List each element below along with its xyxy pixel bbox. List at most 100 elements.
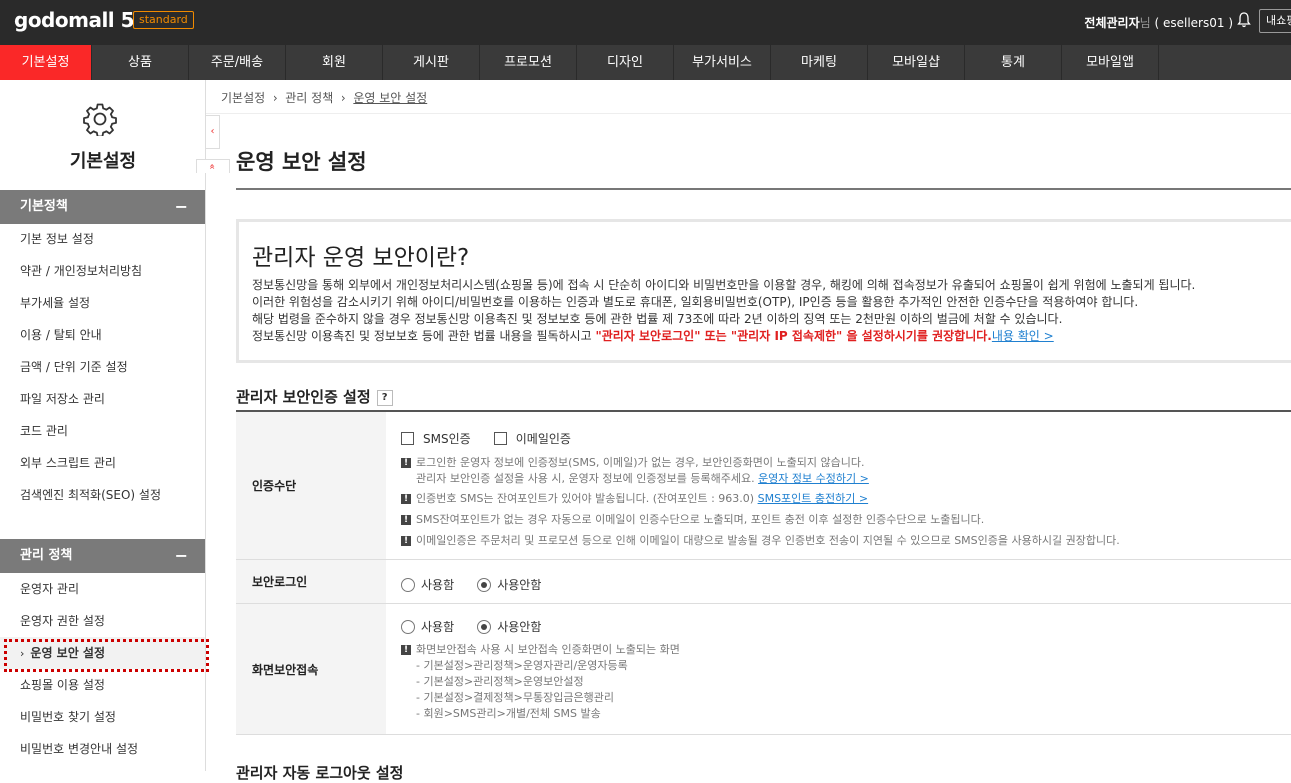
section-title-text: 관리자 보안인증 설정 bbox=[236, 388, 371, 406]
main-nav-item[interactable]: 모바일샵 bbox=[868, 45, 965, 80]
sms-auth-checkbox[interactable] bbox=[401, 432, 414, 445]
intro-line: 해당 법령을 준수하지 않을 경우 정보통신망 이용촉진 및 정보보호 등에 관… bbox=[252, 312, 1063, 326]
breadcrumb: 기본설정 › 관리 정책 › 운영 보안 설정 bbox=[221, 89, 427, 106]
main-nav-item[interactable]: 회원 bbox=[286, 45, 383, 80]
main-nav-item[interactable]: 통계 bbox=[965, 45, 1062, 80]
intro-text: 정보통신망을 통해 외부에서 개인정보처리시스템(쇼핑몰 등)에 접속 시 단순… bbox=[252, 277, 1195, 345]
intro-line: 이러한 위험성을 감소시키기 위해 아이디/비밀번호를 이용하는 인증과 별도로… bbox=[252, 295, 1139, 309]
main-nav-item[interactable]: 주문/배송 bbox=[189, 45, 286, 80]
radio-label[interactable]: 사용함 bbox=[421, 620, 454, 634]
sidebar-item-label: 운영자 관리 bbox=[20, 582, 80, 596]
row-content: SMS인증 이메일인증 ! 로그인한 운영자 정보에 인증정보(SMS, 이메일)… bbox=[386, 412, 1291, 559]
sidebar-item-label: 쇼핑몰 이용 설정 bbox=[20, 678, 105, 692]
main-nav-item[interactable]: 마케팅 bbox=[771, 45, 868, 80]
collapse-double-icon[interactable]: » bbox=[196, 159, 230, 173]
sidebar-group-label: 기본정책 bbox=[20, 199, 68, 214]
email-auth-label[interactable]: 이메일인증 bbox=[516, 432, 571, 446]
sidebar-item[interactable]: 금액 / 단위 기준 설정 bbox=[0, 351, 205, 383]
row-label: 보안로그인 bbox=[236, 560, 386, 603]
sidebar-item-label: 외부 스크립트 관리 bbox=[20, 456, 116, 470]
settings-table: 인증수단 SMS인증 이메일인증 ! 로그인한 운영자 정보에 인증정보(SMS,… bbox=[236, 410, 1291, 735]
screen-path: - 회원>SMS관리>개별/전체 SMS 발송 bbox=[416, 707, 601, 720]
auth-note: ! 인증번호 SMS는 잔여포인트가 있어야 발송됩니다. (잔여포인트 : 96… bbox=[401, 491, 868, 507]
divider bbox=[236, 188, 1291, 190]
sidebar-item[interactable]: 운영자 권한 설정 bbox=[0, 605, 205, 637]
radio-label[interactable]: 사용안함 bbox=[497, 578, 541, 592]
intro-line: 정보통신망 이용촉진 및 정보보호 등에 관한 법률 내용을 필독하시고 "관리… bbox=[252, 328, 1195, 345]
main-nav-item[interactable]: 모바일앱 bbox=[1062, 45, 1159, 80]
sidebar-item[interactable]: › 운영 보안 설정 bbox=[0, 637, 209, 672]
row-content: 사용함 사용안함 bbox=[386, 560, 1291, 603]
sidebar-item[interactable]: 운영자 관리 bbox=[0, 573, 205, 605]
note-subline: 관리자 보안인증 설정을 사용 시, 운영자 정보에 인증정보를 등록해주세요.… bbox=[401, 471, 869, 487]
main-nav-item[interactable]: 게시판 bbox=[383, 45, 480, 80]
logo[interactable]: godomall 5 bbox=[14, 8, 135, 32]
edition-badge: standard bbox=[133, 11, 194, 29]
main-nav-item[interactable]: 부가서비스 bbox=[674, 45, 771, 80]
note-text: 관리자 보안인증 설정을 사용 시, 운영자 정보에 인증정보를 등록해주세요. bbox=[416, 472, 759, 485]
breadcrumb-item[interactable]: 관리 정책 bbox=[285, 91, 333, 105]
screen-secure-options: 사용함 사용안함 bbox=[401, 616, 559, 635]
collapse-minus-icon[interactable]: − bbox=[175, 539, 188, 573]
user-suffix: 님 bbox=[1139, 16, 1151, 30]
screen-path: - 기본설정>관리정책>운영자관리/운영자등록 bbox=[416, 659, 628, 672]
sidebar-item[interactable]: 부가세율 설정 bbox=[0, 287, 205, 319]
radio-label[interactable]: 사용안함 bbox=[497, 620, 541, 634]
sidebar-item[interactable]: 이용 / 탈퇴 안내 bbox=[0, 319, 205, 351]
bell-icon[interactable] bbox=[1237, 12, 1251, 28]
email-auth-checkbox[interactable] bbox=[493, 432, 507, 445]
my-store-button[interactable]: 내쇼핑몰 bbox=[1259, 9, 1291, 33]
sidebar-item[interactable]: 외부 스크립트 관리 bbox=[0, 447, 205, 479]
sidebar: 기본설정 기본정책 − 관리 정책 − 기본 정보 설정 약관 / 개인정보처리방… bbox=[0, 80, 209, 771]
sidebar-item[interactable]: 비밀번호 변경안내 설정 bbox=[0, 733, 205, 765]
sidebar-item-label: 금액 / 단위 기준 설정 bbox=[20, 360, 128, 374]
page-title: 운영 보안 설정 bbox=[236, 150, 367, 174]
user-info: 전체관리자님 ( esellers01 ) bbox=[1084, 14, 1233, 31]
sidebar-item-label: 비밀번호 변경안내 설정 bbox=[20, 742, 139, 756]
breadcrumb-current[interactable]: 운영 보안 설정 bbox=[353, 91, 427, 105]
main-nav-item[interactable]: 디자인 bbox=[577, 45, 674, 80]
main-nav-item[interactable]: 상품 bbox=[92, 45, 189, 80]
chevron-right-icon: › bbox=[337, 91, 350, 105]
sidebar-item[interactable]: 약관 / 개인정보처리방침 bbox=[0, 255, 205, 287]
secure-login-use-radio[interactable] bbox=[401, 577, 415, 592]
secure-login-row: 보안로그인 사용함 사용안함 bbox=[236, 560, 1291, 604]
screen-secure-use-radio[interactable] bbox=[401, 619, 415, 634]
edit-operator-link[interactable]: 운영자 정보 수정하기 > bbox=[758, 472, 869, 485]
warning-icon: ! bbox=[401, 515, 411, 525]
main-nav-item[interactable]: 기본설정 bbox=[0, 45, 92, 80]
sidebar-item[interactable]: 파일 저장소 관리 bbox=[0, 383, 205, 415]
row-content: 사용함 사용안함 ! 화면보안접속 사용 시 보안접속 인증화면이 노출되는 화면… bbox=[386, 604, 1291, 734]
main-nav: 기본설정 상품 주문/배송 회원 게시판 프로모션 디자인 부가서비스 마케팅 모바일샵 통계 모바일… bbox=[0, 45, 1291, 80]
radio-label[interactable]: 사용함 bbox=[421, 578, 454, 592]
sidebar-item-label: 이용 / 탈퇴 안내 bbox=[20, 328, 102, 342]
sidebar-item[interactable]: 검색엔진 최적화(SEO) 설정 bbox=[0, 479, 205, 511]
sms-auth-label[interactable]: SMS인증 bbox=[423, 432, 471, 446]
secure-login-nouse-radio[interactable] bbox=[477, 577, 492, 592]
sidebar-group-admin-policy[interactable]: 관리 정책 − bbox=[0, 539, 205, 573]
user-id[interactable]: ( esellers01 ) bbox=[1154, 16, 1233, 30]
row-label: 인증수단 bbox=[236, 412, 386, 559]
sidebar-group-basic-policy[interactable]: 기본정책 − bbox=[0, 190, 205, 224]
row-label: 화면보안접속 bbox=[236, 604, 386, 734]
note-text: 로그인한 운영자 정보에 인증정보(SMS, 이메일)가 없는 경우, 보안인증… bbox=[416, 456, 865, 469]
intro-warning: "관리자 보안로그인" 또는 "관리자 IP 접속제한" 을 설정하시기를 권장… bbox=[595, 329, 992, 343]
sidebar-title: 기본설정 bbox=[69, 151, 137, 172]
content-check-link[interactable]: 내용 확인 > bbox=[992, 329, 1054, 343]
collapse-left-icon[interactable]: ‹ bbox=[206, 115, 220, 149]
chevron-right-icon: › bbox=[269, 91, 282, 105]
sidebar-item[interactable]: 기본 정보 설정 bbox=[0, 223, 205, 255]
screen-secure-nouse-radio[interactable] bbox=[477, 619, 492, 634]
sms-charge-link[interactable]: SMS포인트 충전하기 > bbox=[758, 492, 869, 505]
user-role: 전체관리자 bbox=[1084, 16, 1140, 30]
sidebar-group-label: 관리 정책 bbox=[20, 548, 73, 563]
breadcrumb-item[interactable]: 기본설정 bbox=[221, 91, 265, 105]
sidebar-item[interactable]: 비밀번호 찾기 설정 bbox=[0, 701, 205, 733]
section-title: 관리자 보안인증 설정? bbox=[236, 386, 393, 407]
help-icon[interactable]: ? bbox=[376, 389, 393, 406]
sidebar-item[interactable]: 쇼핑몰 이용 설정 bbox=[0, 669, 205, 701]
screen-secure-row: 화면보안접속 사용함 사용안함 ! 화면보안접속 사용 시 보안접속 인증화면이 … bbox=[236, 604, 1291, 735]
sidebar-item[interactable]: 코드 관리 bbox=[0, 415, 205, 447]
collapse-minus-icon[interactable]: − bbox=[175, 190, 188, 224]
main-nav-item[interactable]: 프로모션 bbox=[480, 45, 577, 80]
